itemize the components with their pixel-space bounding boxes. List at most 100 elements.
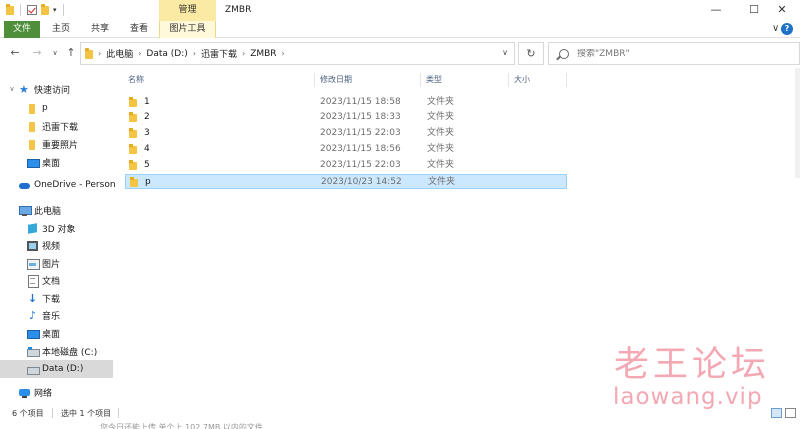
folder-icon [27, 103, 38, 114]
table-row[interactable]: 3 2023/11/15 22:03 文件夹 [125, 126, 567, 141]
item-count: 6 个项目 [12, 409, 44, 418]
tab-share[interactable]: 共享 [85, 21, 115, 38]
chevron-right-icon[interactable]: › [242, 49, 245, 58]
nav-this-pc[interactable]: 此电脑 [8, 201, 61, 219]
nav-item-3d-objects[interactable]: 3D 对象 [27, 219, 76, 237]
chevron-right-icon[interactable]: › [282, 49, 285, 58]
tab-file[interactable]: 文件 [4, 21, 40, 38]
customize-toolbar-dropdown[interactable]: ▾ [53, 6, 57, 14]
column-divider[interactable] [420, 73, 421, 87]
breadcrumb-data-d[interactable]: Data (D:) [146, 49, 187, 59]
expand-ribbon-button[interactable]: ∨ [772, 23, 779, 34]
table-row[interactable]: 4 2023/11/15 18:56 文件夹 [125, 142, 567, 157]
folder-icon [27, 139, 38, 150]
nav-item-local-disk-c[interactable]: 本地磁盘 (C:) [27, 342, 97, 360]
nav-label: 网络 [34, 388, 53, 399]
table-row[interactable]: 5 2023/11/15 22:03 文件夹 [125, 158, 567, 173]
nav-label: 图片 [42, 259, 61, 270]
nav-label: 下载 [42, 294, 61, 305]
column-header-date[interactable]: 修改日期 [320, 73, 352, 87]
chevron-down-icon[interactable]: ∨ [502, 48, 508, 57]
up-button[interactable]: ↑ [64, 46, 78, 60]
folder-icon [27, 121, 38, 132]
nav-label: 迅雷下载 [42, 122, 79, 133]
chevron-right-icon[interactable]: › [98, 49, 101, 58]
nav-item-data-d[interactable]: Data (D:) [0, 360, 113, 378]
back-button[interactable]: ← [8, 46, 22, 60]
refresh-button[interactable]: ↻ [518, 42, 544, 65]
chevron-right-icon[interactable]: › [138, 49, 141, 58]
large-icons-view-button[interactable] [785, 408, 796, 418]
desktop-icon [27, 328, 40, 339]
nav-item-documents[interactable]: 文档 [27, 271, 60, 289]
file-type: 文件夹 [427, 97, 455, 107]
details-view-button[interactable] [771, 408, 782, 418]
status-bar: 6 个项目 选中 1 个项目 [0, 405, 800, 421]
scrollbar[interactable] [795, 68, 800, 178]
nav-item-p[interactable]: p [27, 99, 48, 117]
manage-context-tab[interactable]: 管理 [159, 0, 216, 21]
drive-icon [27, 346, 40, 357]
column-header-name[interactable]: 名称 [128, 73, 144, 87]
divider [62, 4, 64, 16]
search-input[interactable] [577, 48, 777, 59]
properties-icon[interactable] [27, 5, 37, 15]
nav-label: 文档 [42, 276, 61, 287]
nav-item-desktop-quick[interactable]: 桌面 [27, 153, 60, 171]
breadcrumb-xunlei[interactable]: 迅雷下载 [201, 47, 237, 60]
column-divider[interactable] [566, 73, 567, 87]
nav-item-downloads[interactable]: ↓ 下载 [27, 289, 60, 307]
music-icon: ♪ [28, 308, 37, 322]
column-header-type[interactable]: 类型 [426, 73, 442, 87]
nav-item-music[interactable]: ♪ 音乐 [27, 306, 60, 324]
help-icon[interactable]: ? [781, 23, 793, 35]
column-header-size[interactable]: 大小 [514, 73, 530, 87]
nav-label: 本地磁盘 (C:) [42, 347, 98, 358]
star-icon: ★ [19, 82, 29, 96]
ribbon-tabs: 文件 主页 共享 查看 图片工具 ∨ ? [0, 21, 800, 38]
nav-item-xunlei[interactable]: 迅雷下载 [27, 117, 78, 135]
file-type: 文件夹 [427, 112, 455, 122]
divider [52, 408, 53, 418]
tab-view[interactable]: 查看 [124, 21, 154, 38]
breadcrumb-zmbr[interactable]: ZMBR [250, 49, 276, 59]
nav-network[interactable]: 网络 [8, 383, 52, 401]
nav-quick-access[interactable]: ∨ ★ 快速访问 [8, 80, 70, 98]
file-date: 2023/11/15 22:03 [320, 160, 401, 170]
tab-home[interactable]: 主页 [46, 21, 76, 38]
nav-label: 3D 对象 [42, 224, 76, 235]
address-bar[interactable]: › 此电脑 › Data (D:) › 迅雷下载 › ZMBR › ∨ [80, 42, 515, 65]
chevron-down-icon[interactable]: ∨ [8, 85, 16, 93]
title-bar: ▾ 管理 ZMBR — ☐ ✕ [0, 0, 800, 21]
nav-label: 快速访问 [34, 85, 71, 96]
recent-locations-dropdown[interactable]: ∨ [48, 46, 62, 60]
table-row[interactable]: 1 2023/11/15 18:58 文件夹 [125, 95, 567, 110]
file-type: 文件夹 [427, 144, 455, 154]
nav-item-important-photos[interactable]: 重要照片 [27, 135, 78, 153]
file-name: 2 [144, 112, 150, 122]
table-row-selected[interactable]: p 2023/10/23 14:52 文件夹 [125, 174, 567, 189]
network-icon [19, 387, 30, 398]
close-button[interactable]: ✕ [764, 0, 800, 21]
download-icon: ↓ [27, 291, 38, 305]
forward-button[interactable]: → [30, 46, 44, 60]
selected-count: 选中 1 个项目 [61, 409, 112, 418]
breadcrumb-this-pc[interactable]: 此电脑 [106, 47, 133, 60]
nav-item-pictures[interactable]: 图片 [27, 254, 60, 272]
tab-picture-tools[interactable]: 图片工具 [159, 21, 216, 38]
table-row[interactable]: 2 2023/11/15 18:33 文件夹 [125, 110, 567, 125]
search-box[interactable] [548, 42, 800, 65]
column-divider[interactable] [508, 73, 509, 87]
chevron-right-icon[interactable]: › [193, 49, 196, 58]
nav-onedrive[interactable]: OneDrive - Person [8, 176, 116, 194]
new-folder-icon[interactable] [41, 4, 49, 16]
nav-label: 此电脑 [34, 206, 62, 217]
file-date: 2023/11/15 18:56 [320, 144, 401, 154]
folder-icon [129, 144, 137, 155]
nav-label: 桌面 [42, 158, 61, 169]
nav-item-desktop[interactable]: 桌面 [27, 324, 60, 342]
nav-label: OneDrive - Person [34, 180, 116, 190]
nav-item-videos[interactable]: 视频 [27, 236, 60, 254]
column-divider[interactable] [314, 73, 315, 87]
minimize-button[interactable]: — [698, 0, 734, 21]
